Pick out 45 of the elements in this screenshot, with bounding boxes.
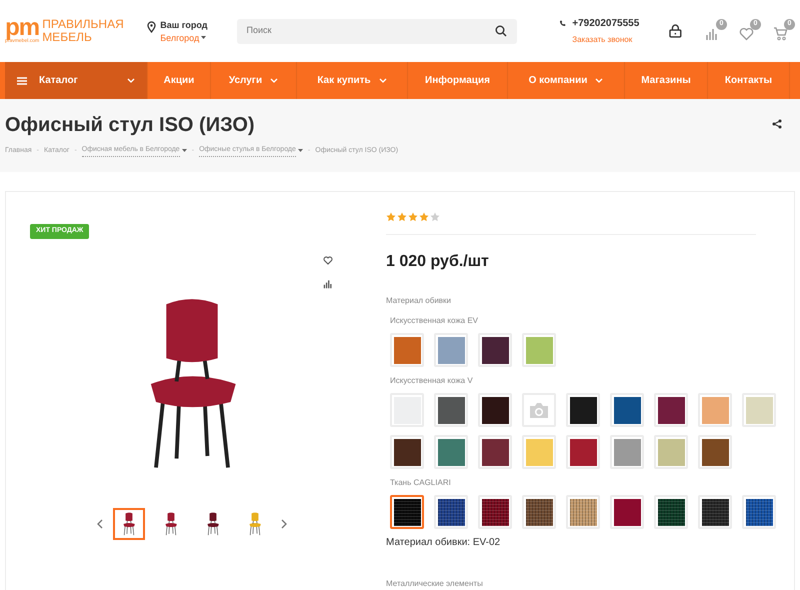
page-title: Офисный стул ISO (ИЗО) [5,113,255,137]
caret-icon [378,78,387,83]
star-icon [386,212,396,222]
option-label: Металлические элементы [386,578,484,590]
caret-icon [182,149,187,152]
caret-icon [201,36,206,39]
star-icon [397,212,407,222]
nav-tab[interactable]: Каталог [5,62,148,99]
caret-icon [270,78,278,83]
phone-icon [559,20,566,27]
heart-icon [739,27,754,41]
chevron-left-icon[interactable] [96,519,102,529]
bar-chart-icon[interactable] [323,279,333,289]
thumbnail[interactable] [112,508,144,540]
logo-text: МЕБЕЛЬ [42,31,93,44]
logo-mark[interactable]: pm [5,18,40,38]
city-label: Ваш город [160,18,208,32]
search-placeholder: Поиск [246,24,272,38]
star-icon [430,212,440,222]
caret-icon [298,149,303,152]
caret-icon [595,78,604,83]
price: 1 020 руб./шт [386,252,490,272]
bar-chart-icon [705,27,719,41]
heart-icon[interactable] [323,256,333,265]
logo-text: ПРАВИЛЬНАЯ [42,18,124,31]
city-selector[interactable]: Белгород [160,32,208,44]
option-group-title: Ткань CAGLIARI [390,477,452,489]
camera-icon [528,402,550,418]
share-icon[interactable] [772,119,782,129]
star-icon [419,212,429,222]
phone-number[interactable]: +79202075555 [572,16,640,31]
callback-link[interactable]: Заказать звонок [572,34,632,46]
search-icon[interactable] [495,25,508,37]
option-group-title: Искусственная кожа V [390,375,474,387]
cart-icon [773,26,788,41]
option-label: Материал обивки [386,295,452,307]
menu-icon [17,76,27,84]
caret-icon [127,78,135,83]
chevron-right-icon[interactable] [280,519,286,529]
selected-material: Материал обивки: EV-02 [386,536,502,550]
lock-icon[interactable] [669,24,682,38]
search-field[interactable]: Поиск [236,18,518,44]
option-group-title: Искусственная кожа EV [390,315,480,327]
location-pin-icon [147,20,156,32]
star-icon [408,212,418,222]
